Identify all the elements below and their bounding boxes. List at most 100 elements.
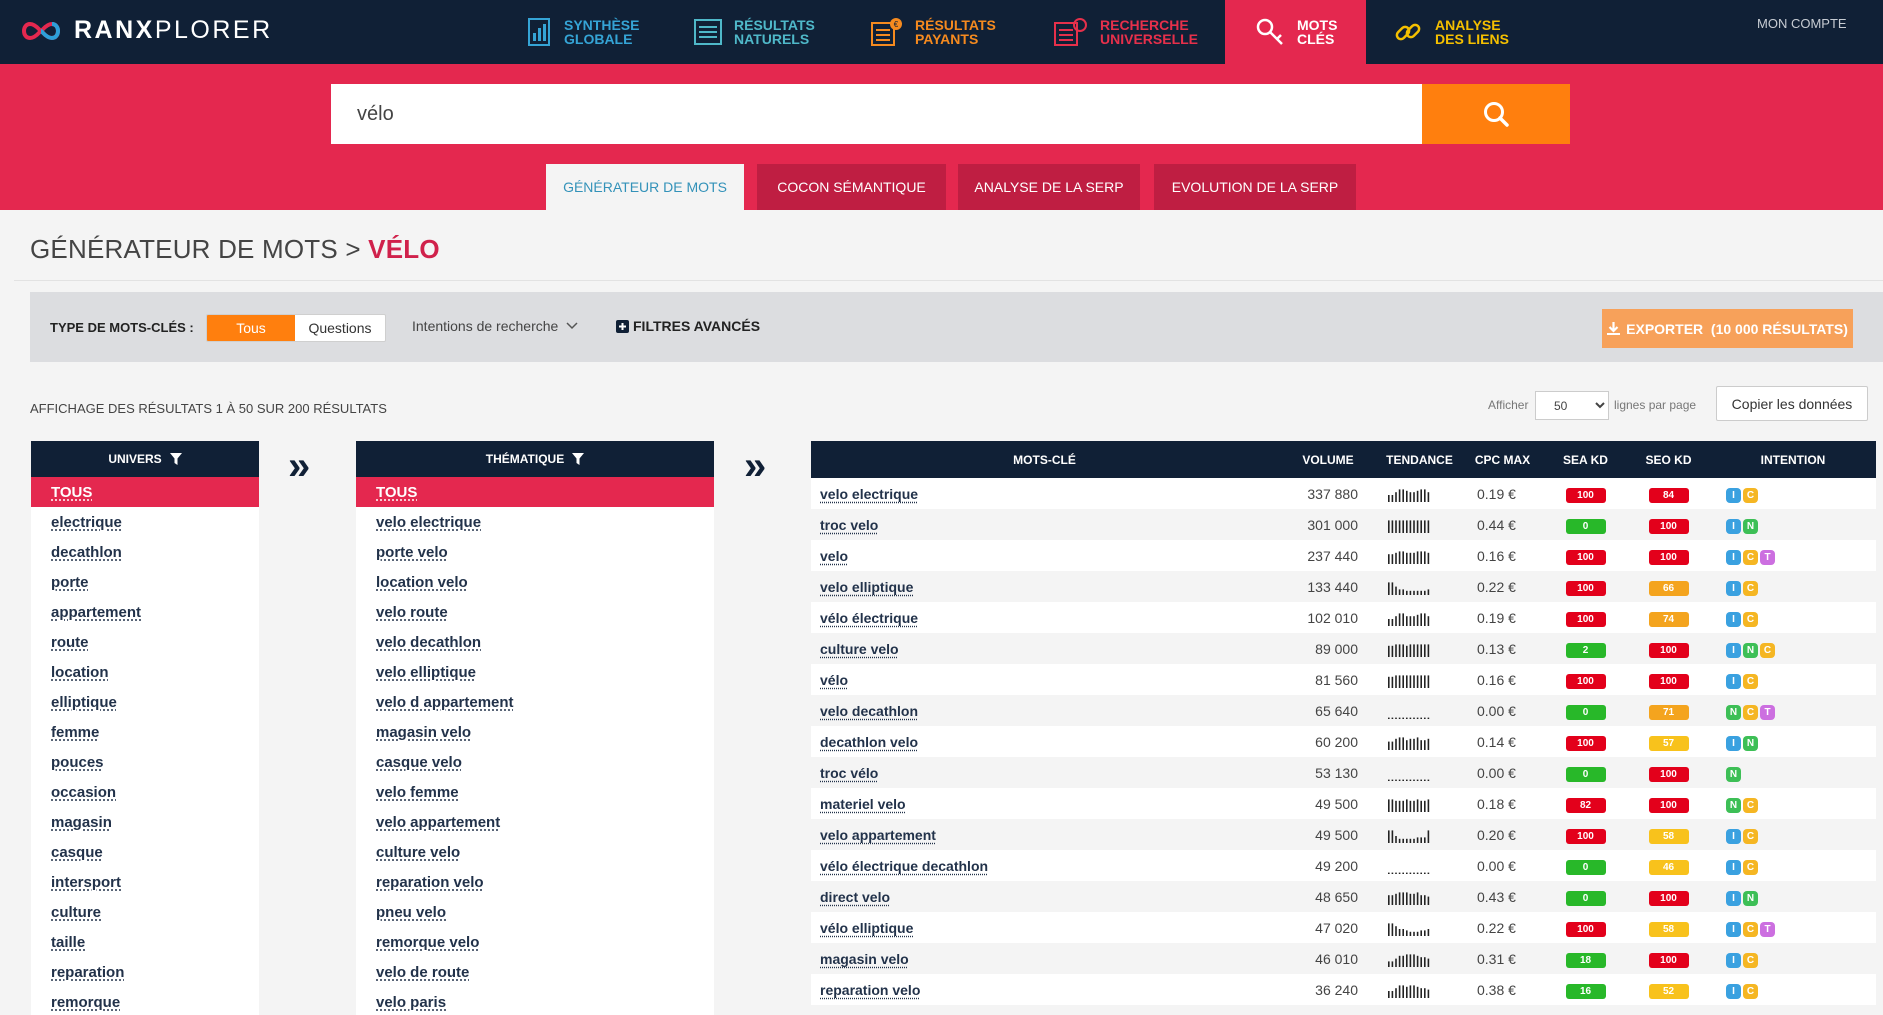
- filter-icon[interactable]: [169, 453, 182, 465]
- thematique-item[interactable]: velo route: [356, 597, 714, 627]
- thematique-item[interactable]: velo elliptique: [356, 657, 714, 687]
- univers-item[interactable]: taille: [31, 927, 259, 957]
- copy-data-button[interactable]: Copier les données: [1716, 386, 1868, 421]
- thematique-item[interactable]: velo decathlon: [356, 627, 714, 657]
- univers-item[interactable]: elliptique: [31, 687, 259, 717]
- univers-item[interactable]: route: [31, 627, 259, 657]
- thematique-item[interactable]: velo paris: [356, 987, 714, 1015]
- trend-bar: [1409, 590, 1412, 595]
- search-intent-dropdown[interactable]: Intentions de recherche: [412, 318, 578, 334]
- thematique-item[interactable]: casque velo: [356, 747, 714, 777]
- trend-bar: [1395, 835, 1397, 843]
- keyword-link[interactable]: decathlon velo: [811, 726, 1278, 757]
- col-mots-cle[interactable]: MOTS-CLÉ: [811, 441, 1278, 478]
- keyword-link[interactable]: vélo elliptique: [811, 912, 1278, 943]
- nav-resultats-naturels[interactable]: RÉSULTATS NATURELS: [694, 0, 844, 64]
- univers-item[interactable]: culture: [31, 897, 259, 927]
- keyword-link[interactable]: vélo électrique: [811, 602, 1278, 633]
- col-sea-kd[interactable]: SEA KD: [1544, 441, 1627, 478]
- thematique-item[interactable]: velo de route: [356, 957, 714, 987]
- univers-item[interactable]: femme: [31, 717, 259, 747]
- univers-item[interactable]: intersport: [31, 867, 259, 897]
- nav-resultats-payants[interactable]: € RÉSULTATS PAYANTS: [871, 0, 1021, 64]
- thematique-item[interactable]: velo d appartement: [356, 687, 714, 717]
- univers-item[interactable]: occasion: [31, 777, 259, 807]
- col-intention[interactable]: INTENTION: [1710, 441, 1876, 478]
- page-size-select[interactable]: 50: [1535, 391, 1609, 420]
- keyword-link[interactable]: materiel velo: [811, 788, 1278, 819]
- keyword-link[interactable]: vélo: [811, 664, 1278, 695]
- filter-icon[interactable]: [572, 453, 585, 465]
- univers-item[interactable]: porte: [31, 567, 259, 597]
- export-button[interactable]: EXPORTER (10 000 RÉSULTATS): [1602, 309, 1853, 348]
- search-input[interactable]: [331, 84, 1422, 144]
- thematique-item[interactable]: culture velo: [356, 837, 714, 867]
- list-icon: [694, 19, 722, 45]
- keyword-link[interactable]: reparation velo: [811, 974, 1278, 1005]
- thematique-item[interactable]: TOUS: [356, 477, 714, 507]
- trend-bar: [1395, 552, 1397, 564]
- tab-generateur-de-mots[interactable]: GÉNÉRATEUR DE MOTS: [546, 164, 744, 210]
- nav-mots-cles[interactable]: MOTS CLÉS: [1225, 0, 1366, 64]
- thematique-item[interactable]: velo femme: [356, 777, 714, 807]
- advanced-filters-button[interactable]: FILTRES AVANCÉS: [616, 318, 760, 334]
- keyword-row: decathlon velo 60 200 0.14 € 100 57 I N: [811, 726, 1876, 757]
- keyword-link[interactable]: velo: [811, 540, 1278, 571]
- thematique-item[interactable]: porte velo: [356, 537, 714, 567]
- univers-item[interactable]: casque: [31, 837, 259, 867]
- thematique-item[interactable]: magasin velo: [356, 717, 714, 747]
- tab-cocon-semantique[interactable]: COCON SÉMANTIQUE: [757, 164, 946, 210]
- nav-synthese-globale[interactable]: SYNTHÈSE GLOBALE: [526, 0, 676, 64]
- tab-analyse-de-la-serp[interactable]: ANALYSE DE LA SERP: [958, 164, 1140, 210]
- keyword-row: culture velo 89 000 0.13 € 2 100 I N C: [811, 633, 1876, 664]
- univers-item[interactable]: decathlon: [31, 537, 259, 567]
- univers-item[interactable]: pouces: [31, 747, 259, 777]
- col-tendance[interactable]: TENDANCE: [1378, 441, 1461, 478]
- tab-evolution-de-la-serp[interactable]: EVOLUTION DE LA SERP: [1154, 164, 1356, 210]
- keyword-link[interactable]: [811, 1005, 1278, 1015]
- thematique-item[interactable]: pneu velo: [356, 897, 714, 927]
- thematique-item[interactable]: velo electrique: [356, 507, 714, 537]
- keyword-row: direct velo 48 650 0.43 € 0 100 I N: [811, 881, 1876, 912]
- trend-sparkline: [1388, 923, 1430, 936]
- univers-item[interactable]: magasin: [31, 807, 259, 837]
- keyword-link[interactable]: troc vélo: [811, 757, 1278, 788]
- keyword-link[interactable]: magasin velo: [811, 943, 1278, 974]
- ranxplorer-logo[interactable]: RANXPLORER: [18, 16, 273, 45]
- keyword-link[interactable]: velo decathlon: [811, 695, 1278, 726]
- account-menu[interactable]: MON COMPTE: [1757, 16, 1883, 31]
- col-volume[interactable]: VOLUME: [1278, 441, 1378, 478]
- keyword-link[interactable]: direct velo: [811, 881, 1278, 912]
- keyword-link[interactable]: culture velo: [811, 633, 1278, 664]
- toggle-questions[interactable]: Questions: [295, 315, 385, 341]
- univers-item[interactable]: electrique: [31, 507, 259, 537]
- nav-recherche-universelle[interactable]: RECHERCHE UNIVERSELLE: [1054, 0, 1214, 64]
- toggle-tous[interactable]: Tous: [207, 315, 295, 341]
- intent-badge: C: [1743, 611, 1758, 627]
- trend-bar: [1395, 872, 1397, 874]
- univers-item[interactable]: remorque: [31, 987, 259, 1015]
- keyword-link[interactable]: vélo électrique decathlon: [811, 850, 1278, 881]
- trend-bar: [1388, 618, 1390, 626]
- univers-item[interactable]: location: [31, 657, 259, 687]
- seo-kd-cell: 100: [1627, 633, 1710, 664]
- univers-item[interactable]: reparation: [31, 957, 259, 987]
- intent-badge: I: [1726, 518, 1741, 534]
- search-button[interactable]: [1422, 84, 1570, 144]
- univers-item[interactable]: TOUS: [31, 477, 259, 507]
- intent-badge: I: [1726, 673, 1741, 689]
- thematique-item[interactable]: reparation velo: [356, 867, 714, 897]
- univers-item[interactable]: appartement: [31, 597, 259, 627]
- thematique-item[interactable]: velo appartement: [356, 807, 714, 837]
- keyword-link[interactable]: velo appartement: [811, 819, 1278, 850]
- keyword-link[interactable]: velo elliptique: [811, 571, 1278, 602]
- thematique-item[interactable]: remorque velo: [356, 927, 714, 957]
- thematique-item[interactable]: location velo: [356, 567, 714, 597]
- col-seo-kd[interactable]: SEO KD: [1627, 441, 1710, 478]
- col-cpc-max[interactable]: CPC MAX: [1461, 441, 1544, 478]
- nav-analyse-des-liens[interactable]: ANALYSE DES LIENS: [1393, 0, 1543, 64]
- intent-badge: C: [1743, 983, 1758, 999]
- keyword-link[interactable]: velo electrique: [811, 478, 1278, 509]
- volume-cell: 102 010: [1307, 609, 1358, 626]
- keyword-link[interactable]: troc velo: [811, 509, 1278, 540]
